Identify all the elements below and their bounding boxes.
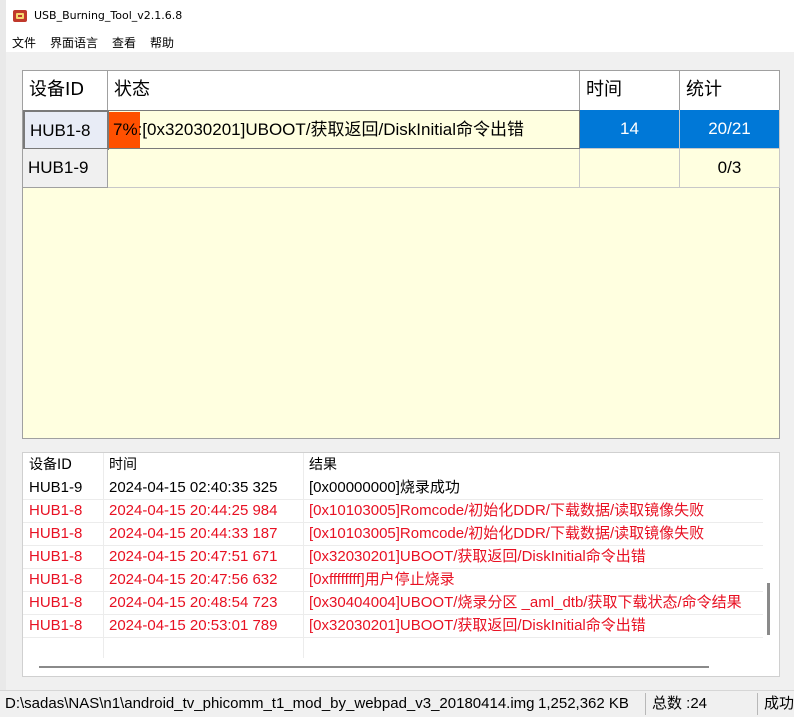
log-row[interactable]: HUB1-8 2024-04-15 20:48:54 723 [0x30404004… (23, 592, 763, 615)
log-cell-id: HUB1-8 (29, 594, 83, 611)
log-cell-time: 2024-04-15 20:44:25 984 (109, 502, 278, 519)
status-result: 成功 (764, 695, 794, 712)
log-cell-result: [0x00000000]烧录成功 (309, 479, 460, 496)
log-cell-id: HUB1-8 (29, 617, 83, 634)
log-cell-result: [0x30404004]UBOOT/烧录分区 _aml_dtb/获取下载状态/命… (309, 594, 742, 611)
log-list[interactable]: 设备ID 时间 结果 HUB1-9 2024-04-15 02:40:35 325… (22, 452, 780, 677)
window-title: USB_Burning_Tool_v2.1.6.8 (34, 9, 183, 22)
device-row-hub1-8-status[interactable]: 7%:[0x32030201]UBOOT/获取返回/DiskInitial命令出… (108, 110, 580, 149)
status-separator (645, 693, 646, 715)
menu-language[interactable]: 界面语言 (49, 34, 99, 51)
status-message: :[0x32030201]UBOOT/获取返回/DiskInitial命令出错 (137, 120, 524, 139)
menu-view[interactable]: 查看 (111, 34, 137, 51)
log-row[interactable]: HUB1-8 2024-04-15 20:47:56 632 [0xffffffff… (23, 569, 763, 592)
grid-header-time[interactable]: 时间 (580, 71, 680, 111)
grid-header-id[interactable]: 设备ID (23, 71, 108, 111)
log-row[interactable]: HUB1-8 2024-04-15 20:53:01 789 [0x32030201… (23, 615, 763, 638)
log-cell-result: [0x32030201]UBOOT/获取返回/DiskInitial命令出错 (309, 548, 646, 565)
device-row-hub1-9-time[interactable] (580, 149, 680, 188)
log-cell-id: HUB1-8 (29, 525, 83, 542)
log-cell-id: HUB1-8 (29, 502, 83, 519)
log-cell-time: 2024-04-15 20:48:54 723 (109, 594, 278, 611)
status-total-count: 总数 :24 (652, 695, 708, 712)
log-cell-time: 2024-04-15 20:44:33 187 (109, 525, 278, 542)
log-row[interactable]: HUB1-8 2024-04-15 20:47:51 671 [0x32030201… (23, 546, 763, 569)
log-cell-time: 2024-04-15 20:47:56 632 (109, 571, 278, 588)
vertical-scrollbar[interactable] (767, 583, 770, 635)
log-cell-result: [0xffffffff]用户停止烧录 (309, 571, 455, 588)
device-grid: 设备ID 状态 时间 统计 HUB1-8 7%:[0x32030201]UBOO… (22, 70, 780, 439)
device-row-hub1-8-time[interactable]: 14 (580, 110, 680, 149)
log-cell-time: 2024-04-15 20:53:01 789 (109, 617, 278, 634)
log-cell-id: HUB1-8 (29, 571, 83, 588)
status-file-size: 1,252,362 KB (538, 695, 629, 712)
log-header-id[interactable]: 设备ID (29, 455, 72, 475)
status-file-path: D:\sadas\NAS\n1\android_tv_phicomm_t1_mo… (5, 695, 535, 712)
app-icon (13, 10, 27, 22)
menu-bar: 文件 界面语言 查看 帮助 (6, 32, 794, 52)
horizontal-scroll-thumb[interactable] (39, 666, 709, 668)
log-cell-id: HUB1-8 (29, 548, 83, 565)
device-row-hub1-9-id[interactable]: HUB1-9 (23, 149, 108, 188)
title-bar: USB_Burning_Tool_v2.1.6.8 (6, 0, 794, 32)
log-cell-result: [0x10103005]Romcode/初始化DDR/下载数据/读取镜像失败 (309, 525, 705, 542)
device-row-hub1-9-status[interactable] (108, 149, 580, 188)
device-row-hub1-8-count[interactable]: 20/21 (680, 110, 780, 149)
horizontal-scrollbar[interactable] (23, 660, 779, 676)
log-row[interactable]: HUB1-8 2024-04-15 20:44:33 187 [0x10103005… (23, 523, 763, 546)
menu-help[interactable]: 帮助 (149, 34, 175, 51)
log-header-time[interactable]: 时间 (109, 455, 137, 475)
log-cell-result: [0x32030201]UBOOT/获取返回/DiskInitial命令出错 (309, 617, 646, 634)
log-cell-time: 2024-04-15 02:40:35 325 (109, 479, 278, 496)
status-bar: D:\sadas\NAS\n1\android_tv_phicomm_t1_mo… (0, 690, 794, 717)
log-row[interactable]: HUB1-8 2024-04-15 20:44:25 984 [0x10103005… (23, 500, 763, 523)
grid-header-status[interactable]: 状态 (108, 71, 580, 111)
status-separator (757, 693, 758, 715)
log-cell-result: [0x10103005]Romcode/初始化DDR/下载数据/读取镜像失败 (309, 502, 705, 519)
log-cell-time: 2024-04-15 20:47:51 671 (109, 548, 278, 565)
device-row-hub1-8-id[interactable]: HUB1-8 (23, 110, 109, 150)
log-row[interactable]: HUB1-9 2024-04-15 02:40:35 325 [0x00000000… (23, 477, 763, 500)
grid-header-count[interactable]: 统计 (680, 71, 780, 111)
log-cell-id: HUB1-9 (29, 479, 83, 496)
menu-file[interactable]: 文件 (11, 34, 37, 51)
log-header-result[interactable]: 结果 (309, 455, 337, 475)
device-row-hub1-9-count[interactable]: 0/3 (680, 149, 780, 188)
status-progress-label: 7%:[0x32030201]UBOOT/获取返回/DiskInitial命令出… (113, 120, 524, 139)
